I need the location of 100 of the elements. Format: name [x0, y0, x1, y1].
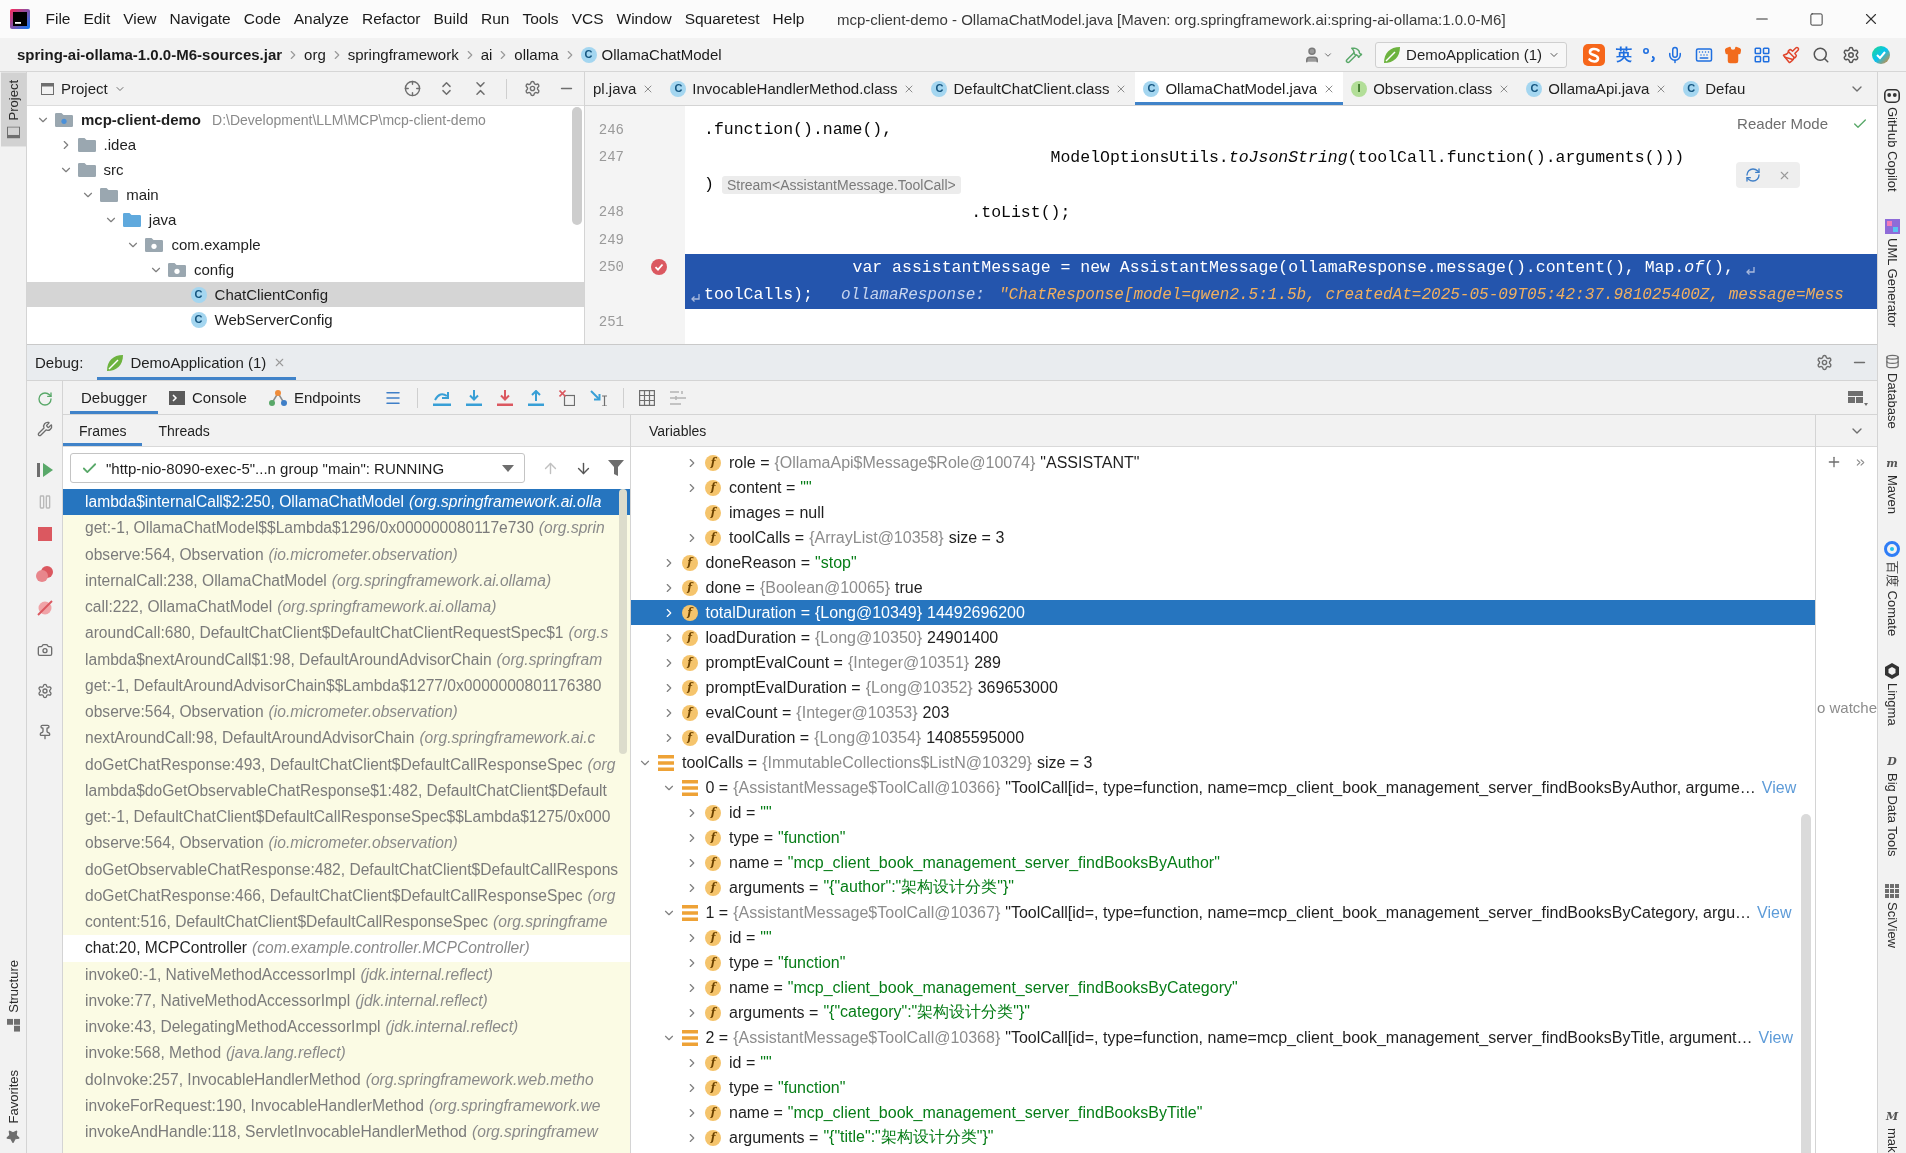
stop-icon[interactable]	[37, 527, 52, 541]
frames-tab[interactable]: Frames	[63, 415, 143, 446]
camera-icon[interactable]	[36, 642, 53, 658]
breakpoint-icon[interactable]	[651, 259, 667, 276]
settings-icon[interactable]	[524, 80, 541, 97]
tool-window-tab[interactable]: Lingma	[1884, 663, 1900, 727]
arrow-down-to-line-icon[interactable]	[465, 389, 482, 406]
variable-row[interactable]: f name = "mcp_client_book_management_server_findBooksByTitle"	[631, 1100, 1815, 1125]
stack-frame[interactable]: chat:20, MCPController (com.example.controller.MCPController)	[63, 935, 630, 962]
editor-tab[interactable]: C Defau	[1675, 72, 1754, 105]
menu-item[interactable]: VCS	[565, 7, 610, 31]
tree-item[interactable]: main	[27, 182, 584, 207]
scrollbar-thumb[interactable]	[572, 107, 582, 225]
view-selector[interactable]: Project	[61, 80, 126, 97]
tool-window-tab[interactable]: Project	[0, 72, 26, 147]
tool-window-tab[interactable]: GitHub Copilot	[1884, 89, 1900, 192]
wrench-icon[interactable]	[36, 421, 53, 437]
rotate-arrow-icon[interactable]	[36, 391, 53, 407]
menu-item[interactable]: View	[116, 7, 164, 31]
variable-row[interactable]: f role = {OllamaApi$Message$Role@10074} "ASSISTANT"	[631, 450, 1815, 475]
filter-icon[interactable]	[608, 460, 624, 476]
variable-row[interactable]: f content = ""	[631, 475, 1815, 500]
microphone-icon[interactable]	[1666, 45, 1684, 64]
tool-window-tab[interactable]: m Maven	[1884, 455, 1900, 515]
variable-row[interactable]: f evalDuration = {Long@10354} 14085595000	[631, 725, 1815, 750]
editor-tab[interactable]: C OllamaChatModel.java	[1135, 72, 1344, 105]
variable-row[interactable]: f totalDuration = {Long@10349} 14492696200	[631, 600, 1815, 625]
variable-row[interactable]: 1 = {AssistantMessage$ToolCall@10367} "ToolCall[id=, type=function, name=mcp_client_book_management_server_findBooksByCategory, argu… View	[631, 900, 1815, 925]
brush-icon[interactable]	[1782, 45, 1800, 64]
variable-row[interactable]: f type = "function"	[631, 950, 1815, 975]
crosshair-icon[interactable]	[404, 80, 421, 97]
settings-icon[interactable]	[1842, 45, 1860, 64]
tool-window-tab[interactable]: D Big Data Tools	[1884, 753, 1900, 857]
breadcrumb[interactable]: org	[304, 46, 326, 63]
circles-icon[interactable]	[35, 566, 54, 582]
variable-row[interactable]: f arguments = "{"author":"架构设计分类"}"	[631, 875, 1815, 900]
menu-item[interactable]: Help	[766, 7, 811, 31]
tree-item[interactable]: config	[27, 257, 584, 282]
tree-item[interactable]: C ChatClientConfig	[27, 282, 584, 307]
variable-row[interactable]: 0 = {AssistantMessage$ToolCall@10366} "ToolCall[id=, type=function, name=mcp_client_book_management_server_findBooksByAuthor, argume… View	[631, 775, 1815, 800]
menu-item[interactable]: Edit	[77, 7, 117, 31]
variable-row[interactable]: f type = "function"	[631, 825, 1815, 850]
breadcrumb[interactable]: ai	[480, 46, 493, 63]
sliders-icon[interactable]	[669, 390, 686, 405]
breadcrumb[interactable]: spring-ai-ollama-1.0.0-M6-sources.jar	[17, 46, 283, 63]
menu-item[interactable]: Analyze	[287, 7, 356, 31]
editor-tab[interactable]: C InvocableHandlerMethod.class	[662, 72, 924, 105]
curved-arrow-icon[interactable]	[432, 389, 451, 406]
variable-row[interactable]: f promptEvalCount = {Integer@10351} 289	[631, 650, 1815, 675]
table-icon[interactable]	[638, 389, 655, 406]
reload-icon[interactable]	[1744, 167, 1761, 183]
slashed-circle-icon[interactable]	[36, 600, 53, 616]
tool-window-tab[interactable]: Database	[1884, 353, 1900, 429]
frames-tab[interactable]: Threads	[142, 415, 226, 446]
editor-tab[interactable]: I Observation.class	[1343, 72, 1519, 105]
add-icon[interactable]	[1826, 454, 1842, 470]
variable-row[interactable]: 2 = {AssistantMessage$ToolCall@10368} "ToolCall[id=, type=function, name=mcp_client_book_management_server_findBooksByTitle, argument… View	[631, 1025, 1815, 1050]
variable-row[interactable]: f id = ""	[631, 800, 1815, 825]
bar-play-icon[interactable]	[36, 462, 53, 478]
layout-icon[interactable]	[1848, 389, 1868, 406]
arrow-down-to-line-icon[interactable]	[496, 389, 513, 406]
maximize-icon[interactable]	[1809, 11, 1824, 27]
menu-item[interactable]: Refactor	[355, 7, 428, 31]
tree-item[interactable]: mcp-client-demo D:\Development\LLM\MCP\mcp-client-demo	[27, 107, 584, 132]
menu-item[interactable]: Code	[237, 7, 288, 31]
tree-item[interactable]: .idea	[27, 132, 584, 157]
tool-window-tab[interactable]: SciView	[1884, 883, 1900, 948]
breadcrumb[interactable]: ollama	[514, 46, 559, 63]
thread-dropdown[interactable]: "http-nio-8090-exec-5"...n group "main": RUNNING	[70, 453, 525, 483]
tree-item[interactable]: C WebServerConfig	[27, 307, 584, 332]
variable-row[interactable]: f doneReason = "stop"	[631, 550, 1815, 575]
reader-mode-link[interactable]: Reader Mode	[1737, 115, 1828, 132]
swirl-tile-icon[interactable]	[1583, 43, 1605, 66]
search-icon[interactable]	[1812, 45, 1830, 64]
ime-mode-toggle[interactable]: 英	[1616, 46, 1632, 63]
check-circle-icon[interactable]	[1872, 45, 1890, 64]
menu-item[interactable]: File	[39, 7, 77, 31]
tool-window-tab[interactable]: 百度 Comate	[1883, 541, 1901, 637]
variable-row[interactable]: f evalCount = {Integer@10353} 203	[631, 700, 1815, 725]
variable-row[interactable]: f done = {Boolean@10065} true	[631, 575, 1815, 600]
tool-window-tab[interactable]: Structure	[0, 951, 26, 1040]
hammer-icon[interactable]	[1345, 45, 1364, 64]
variable-row[interactable]: f loadDuration = {Long@10350} 24901400	[631, 625, 1815, 650]
tree-item[interactable]: com.example	[27, 232, 584, 257]
variable-row[interactable]: toolCalls = {ImmutableCollections$ListN@10329} size = 3	[631, 750, 1815, 775]
menu-item[interactable]: Navigate	[163, 7, 238, 31]
variable-row[interactable]: f toolCalls = {ArrayList@10358} size = 3	[631, 525, 1815, 550]
settings-icon[interactable]	[36, 683, 53, 699]
breadcrumb[interactable]: C OllamaChatModel	[580, 46, 722, 63]
variable-row[interactable]: f id = ""	[631, 1050, 1815, 1075]
punctuation-icon[interactable]	[1643, 47, 1655, 62]
tool-window-tab[interactable]: UML Generator	[1884, 218, 1900, 327]
tool-window-tab[interactable]: M mak	[1884, 1108, 1900, 1153]
scrollbar-thumb[interactable]	[619, 489, 627, 754]
debugger-tab[interactable]: Console	[157, 381, 258, 414]
variable-row[interactable]: f type = "function"	[631, 1075, 1815, 1100]
tree-item[interactable]: java	[27, 207, 584, 232]
editor-tab[interactable]: C DefaultChatClient.class	[923, 72, 1136, 105]
editor-tab[interactable]: C OllamaApi.java	[1518, 72, 1676, 105]
square-cross-icon[interactable]	[558, 389, 575, 406]
